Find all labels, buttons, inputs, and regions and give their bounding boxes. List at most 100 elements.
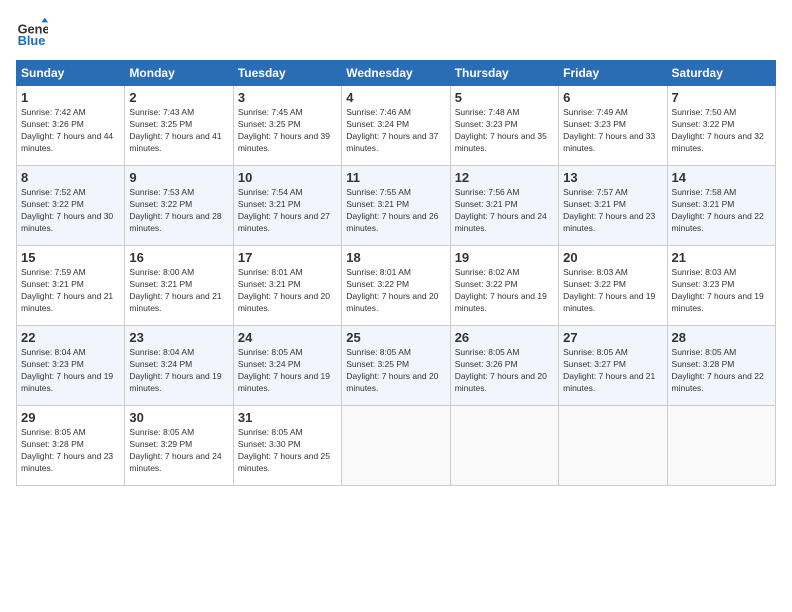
sunrise-text: Sunrise: 7:52 AM — [21, 187, 120, 199]
day-number: 5 — [455, 90, 554, 105]
day-number: 13 — [563, 170, 662, 185]
daylight-text: Daylight: 7 hours and 26 minutes. — [346, 211, 445, 235]
sunset-text: Sunset: 3:22 PM — [346, 279, 445, 291]
day-cell: 29 Sunrise: 8:05 AM Sunset: 3:28 PM Dayl… — [17, 406, 125, 486]
sunrise-text: Sunrise: 7:54 AM — [238, 187, 337, 199]
day-number: 20 — [563, 250, 662, 265]
sunrise-text: Sunrise: 8:05 AM — [563, 347, 662, 359]
daylight-text: Daylight: 7 hours and 20 minutes. — [346, 371, 445, 395]
sunrise-text: Sunrise: 8:05 AM — [455, 347, 554, 359]
daylight-text: Daylight: 7 hours and 23 minutes. — [563, 211, 662, 235]
sunrise-text: Sunrise: 8:01 AM — [238, 267, 337, 279]
day-cell — [342, 406, 450, 486]
sunrise-text: Sunrise: 8:03 AM — [672, 267, 771, 279]
sunset-text: Sunset: 3:21 PM — [129, 279, 228, 291]
sunrise-text: Sunrise: 7:59 AM — [21, 267, 120, 279]
day-number: 26 — [455, 330, 554, 345]
day-number: 1 — [21, 90, 120, 105]
header-row: SundayMondayTuesdayWednesdayThursdayFrid… — [17, 61, 776, 86]
sunset-text: Sunset: 3:23 PM — [672, 279, 771, 291]
sunrise-text: Sunrise: 8:00 AM — [129, 267, 228, 279]
day-cell — [450, 406, 558, 486]
sunset-text: Sunset: 3:25 PM — [238, 119, 337, 131]
sunset-text: Sunset: 3:22 PM — [563, 279, 662, 291]
day-cell: 23 Sunrise: 8:04 AM Sunset: 3:24 PM Dayl… — [125, 326, 233, 406]
sunset-text: Sunset: 3:21 PM — [238, 199, 337, 211]
day-number: 28 — [672, 330, 771, 345]
sunrise-text: Sunrise: 7:58 AM — [672, 187, 771, 199]
day-number: 27 — [563, 330, 662, 345]
day-cell: 21 Sunrise: 8:03 AM Sunset: 3:23 PM Dayl… — [667, 246, 775, 326]
day-number: 10 — [238, 170, 337, 185]
week-row-3: 15 Sunrise: 7:59 AM Sunset: 3:21 PM Dayl… — [17, 246, 776, 326]
week-row-2: 8 Sunrise: 7:52 AM Sunset: 3:22 PM Dayli… — [17, 166, 776, 246]
day-cell: 26 Sunrise: 8:05 AM Sunset: 3:26 PM Dayl… — [450, 326, 558, 406]
calendar-table: SundayMondayTuesdayWednesdayThursdayFrid… — [16, 60, 776, 486]
logo-icon: General Blue — [16, 16, 48, 48]
day-number: 31 — [238, 410, 337, 425]
daylight-text: Daylight: 7 hours and 19 minutes. — [21, 371, 120, 395]
day-number: 4 — [346, 90, 445, 105]
daylight-text: Daylight: 7 hours and 28 minutes. — [129, 211, 228, 235]
day-cell: 20 Sunrise: 8:03 AM Sunset: 3:22 PM Dayl… — [559, 246, 667, 326]
col-header-thursday: Thursday — [450, 61, 558, 86]
sunset-text: Sunset: 3:23 PM — [455, 119, 554, 131]
daylight-text: Daylight: 7 hours and 41 minutes. — [129, 131, 228, 155]
sunrise-text: Sunrise: 7:57 AM — [563, 187, 662, 199]
day-number: 9 — [129, 170, 228, 185]
day-cell: 17 Sunrise: 8:01 AM Sunset: 3:21 PM Dayl… — [233, 246, 341, 326]
day-number: 17 — [238, 250, 337, 265]
col-header-wednesday: Wednesday — [342, 61, 450, 86]
day-cell: 18 Sunrise: 8:01 AM Sunset: 3:22 PM Dayl… — [342, 246, 450, 326]
daylight-text: Daylight: 7 hours and 19 minutes. — [129, 371, 228, 395]
daylight-text: Daylight: 7 hours and 27 minutes. — [238, 211, 337, 235]
sunrise-text: Sunrise: 7:43 AM — [129, 107, 228, 119]
daylight-text: Daylight: 7 hours and 21 minutes. — [21, 291, 120, 315]
sunset-text: Sunset: 3:25 PM — [346, 359, 445, 371]
daylight-text: Daylight: 7 hours and 39 minutes. — [238, 131, 337, 155]
day-cell: 19 Sunrise: 8:02 AM Sunset: 3:22 PM Dayl… — [450, 246, 558, 326]
daylight-text: Daylight: 7 hours and 19 minutes. — [672, 291, 771, 315]
daylight-text: Daylight: 7 hours and 23 minutes. — [21, 451, 120, 475]
day-cell: 4 Sunrise: 7:46 AM Sunset: 3:24 PM Dayli… — [342, 86, 450, 166]
sunset-text: Sunset: 3:29 PM — [129, 439, 228, 451]
daylight-text: Daylight: 7 hours and 20 minutes. — [455, 371, 554, 395]
col-header-sunday: Sunday — [17, 61, 125, 86]
daylight-text: Daylight: 7 hours and 32 minutes. — [672, 131, 771, 155]
day-cell: 5 Sunrise: 7:48 AM Sunset: 3:23 PM Dayli… — [450, 86, 558, 166]
sunrise-text: Sunrise: 7:49 AM — [563, 107, 662, 119]
col-header-monday: Monday — [125, 61, 233, 86]
day-cell: 7 Sunrise: 7:50 AM Sunset: 3:22 PM Dayli… — [667, 86, 775, 166]
page-container: General Blue SundayMondayTuesdayWednesda… — [0, 0, 792, 494]
sunrise-text: Sunrise: 7:48 AM — [455, 107, 554, 119]
sunset-text: Sunset: 3:26 PM — [21, 119, 120, 131]
day-number: 25 — [346, 330, 445, 345]
day-number: 3 — [238, 90, 337, 105]
day-number: 7 — [672, 90, 771, 105]
day-number: 2 — [129, 90, 228, 105]
day-cell: 12 Sunrise: 7:56 AM Sunset: 3:21 PM Dayl… — [450, 166, 558, 246]
day-cell: 25 Sunrise: 8:05 AM Sunset: 3:25 PM Dayl… — [342, 326, 450, 406]
col-header-tuesday: Tuesday — [233, 61, 341, 86]
sunset-text: Sunset: 3:23 PM — [21, 359, 120, 371]
day-number: 22 — [21, 330, 120, 345]
day-cell: 14 Sunrise: 7:58 AM Sunset: 3:21 PM Dayl… — [667, 166, 775, 246]
day-number: 23 — [129, 330, 228, 345]
sunset-text: Sunset: 3:21 PM — [21, 279, 120, 291]
day-cell: 10 Sunrise: 7:54 AM Sunset: 3:21 PM Dayl… — [233, 166, 341, 246]
day-number: 12 — [455, 170, 554, 185]
sunset-text: Sunset: 3:21 PM — [672, 199, 771, 211]
sunrise-text: Sunrise: 8:05 AM — [238, 427, 337, 439]
sunrise-text: Sunrise: 7:53 AM — [129, 187, 228, 199]
day-number: 24 — [238, 330, 337, 345]
col-header-saturday: Saturday — [667, 61, 775, 86]
day-cell: 30 Sunrise: 8:05 AM Sunset: 3:29 PM Dayl… — [125, 406, 233, 486]
day-cell: 13 Sunrise: 7:57 AM Sunset: 3:21 PM Dayl… — [559, 166, 667, 246]
logo: General Blue — [16, 16, 52, 48]
sunset-text: Sunset: 3:21 PM — [346, 199, 445, 211]
daylight-text: Daylight: 7 hours and 19 minutes. — [455, 291, 554, 315]
sunrise-text: Sunrise: 7:55 AM — [346, 187, 445, 199]
day-number: 18 — [346, 250, 445, 265]
sunrise-text: Sunrise: 7:50 AM — [672, 107, 771, 119]
day-cell: 27 Sunrise: 8:05 AM Sunset: 3:27 PM Dayl… — [559, 326, 667, 406]
